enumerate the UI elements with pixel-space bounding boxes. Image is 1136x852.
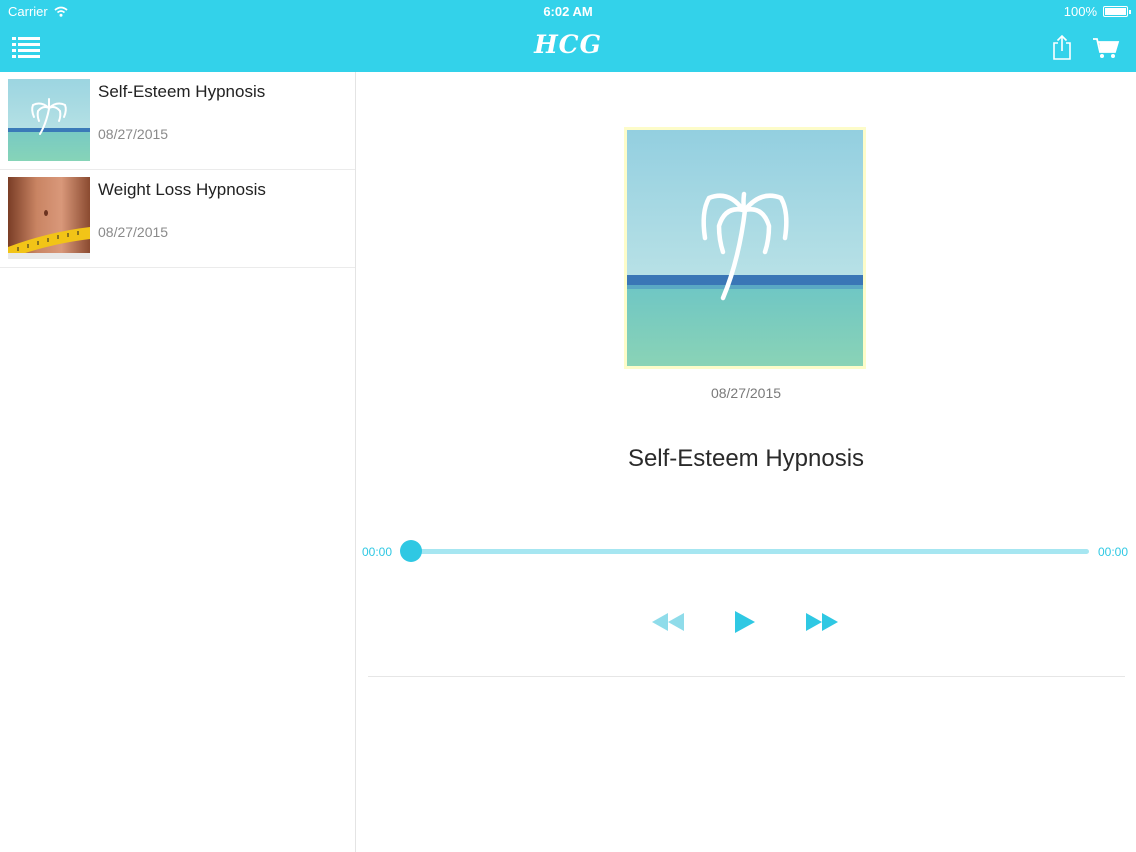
track-title: Self-Esteem Hypnosis bbox=[627, 445, 865, 472]
playlist-sidebar: Self-Esteem Hypnosis 08/27/2015 Weight L… bbox=[0, 72, 356, 852]
player-panel: 08/27/2015 Self-Esteem Hypnosis 00:00 00… bbox=[356, 72, 1136, 852]
app-logo-title: HCG bbox=[534, 30, 602, 59]
playlist-item-title: Weight Loss Hypnosis bbox=[98, 180, 266, 199]
fast-forward-icon[interactable] bbox=[804, 606, 840, 638]
track-date: 08/27/2015 bbox=[710, 385, 782, 401]
battery-icon bbox=[1103, 6, 1131, 17]
cart-icon[interactable] bbox=[1092, 37, 1120, 59]
play-icon[interactable] bbox=[732, 606, 758, 638]
rewind-icon[interactable] bbox=[650, 606, 686, 638]
playlist-item-weight-loss[interactable]: Weight Loss Hypnosis 08/27/2015 bbox=[0, 170, 355, 268]
battery-indicator: 100% bbox=[1063, 4, 1131, 19]
playlist-item-date: 08/27/2015 bbox=[98, 224, 169, 240]
palm-beach-artwork bbox=[624, 127, 866, 369]
progress-slider-thumb[interactable] bbox=[400, 540, 422, 562]
playback-controls bbox=[356, 606, 1136, 638]
share-icon[interactable] bbox=[1050, 34, 1074, 60]
playlist-item-title: Self-Esteem Hypnosis bbox=[98, 82, 266, 101]
total-time: 00:00 bbox=[1098, 545, 1129, 559]
elapsed-time: 00:00 bbox=[362, 545, 393, 559]
app-header: Carrier 6:02 AM 100% HCG bbox=[0, 0, 1136, 72]
playlist-item-self-esteem[interactable]: Self-Esteem Hypnosis 08/27/2015 bbox=[0, 72, 355, 170]
battery-percent: 100% bbox=[1063, 4, 1097, 19]
progress-slider[interactable] bbox=[410, 549, 1089, 554]
divider bbox=[368, 676, 1125, 677]
status-bar: Carrier 6:02 AM 100% bbox=[0, 0, 1136, 24]
playlist-item-date: 08/27/2015 bbox=[98, 126, 169, 142]
status-time: 6:02 AM bbox=[543, 4, 593, 19]
palm-beach-thumbnail bbox=[8, 79, 90, 161]
nav-bar: HCG bbox=[0, 24, 1136, 72]
measuring-tape-waist-thumbnail bbox=[8, 177, 90, 259]
